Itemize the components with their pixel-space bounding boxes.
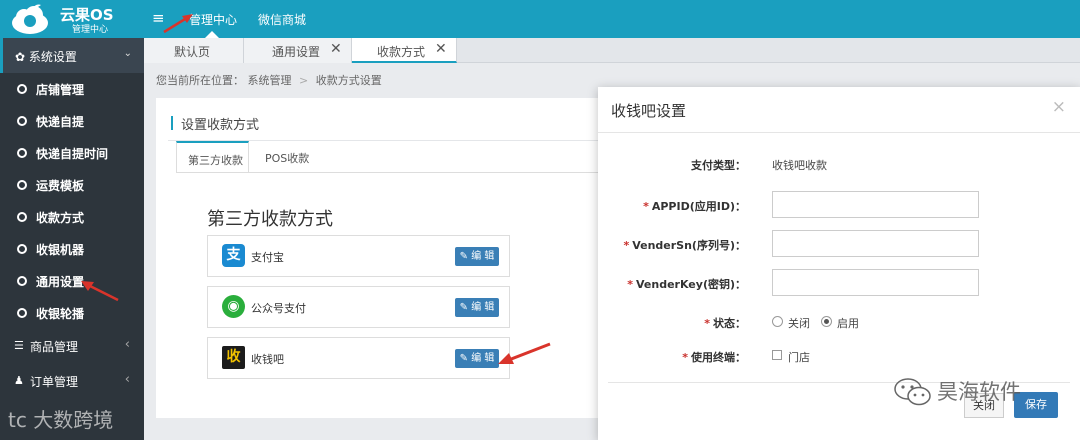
chevron-down-icon: ⌄ [123,48,132,59]
sidebar-item-cashier-carousel[interactable]: 收银轮播 [0,298,144,328]
breadcrumb-item[interactable]: 系统管理 [248,74,292,87]
divider [176,172,608,173]
wechat-icon: ◉ [222,295,245,318]
nav-wechat-mall[interactable]: 微信商城 [258,11,306,28]
status-on-radio[interactable] [821,316,832,327]
annotation-arrow-icon [163,14,193,34]
pay-type-label: 支付类型： [691,159,746,172]
tab-pos-payment[interactable]: POS收款 [251,141,321,173]
page-tabs-bar: 默认页 通用设置 ✕ 收款方式 ✕ [144,38,1080,63]
gear-icon: ✿ [15,50,29,64]
shouqianba-icon: 收 [222,346,245,369]
vendersn-field[interactable] [772,230,979,257]
sidebar-item-store-management[interactable]: 店铺管理 [0,74,144,104]
sidebar-group-order-management[interactable]: ♟ 订单管理 ‹ [0,366,144,396]
tc-logo-icon: tc [8,408,34,432]
watermark-dashuju: tc 大数跨境 [8,408,114,432]
edit-icon: ✎ [459,251,472,262]
status-label: * 状态： [704,317,746,330]
breadcrumb: 您当前所在位置： 系统管理 > 收款方式设置 [156,74,382,87]
appid-field[interactable] [772,191,979,218]
tab-general-settings[interactable]: 通用设置 ✕ [244,38,352,63]
circle-icon [17,148,27,158]
terminal-label: * 使用终端： [682,351,746,364]
status-off-label: 关闭 [788,317,810,330]
user-icon: ♟ [14,374,24,387]
circle-icon [17,180,27,190]
breadcrumb-item: 收款方式设置 [315,74,382,87]
tab-default[interactable]: 默认页 [144,38,244,63]
circle-icon [17,116,27,126]
pay-type-value: 收钱吧收款 [772,159,827,172]
sidebar-item-cash-register[interactable]: 收银机器 [0,234,144,264]
vendersn-label: * VenderSn(序列号)： [623,239,746,252]
close-icon[interactable]: ✕ [330,41,342,57]
edit-icon: ✎ [459,302,472,313]
sidebar-group-product-management[interactable]: ☰ 商品管理 ‹ [0,331,144,361]
cloud-fruit-logo-icon [12,4,48,34]
venderkey-label: * VenderKey(密钥)： [627,278,746,291]
section-title: 第三方收款方式 [207,209,333,230]
circle-icon [17,276,27,286]
sidebar-item-pickup-time[interactable]: 快递自提时间 [0,138,144,168]
chevron-left-icon: ‹ [124,337,130,352]
edit-button[interactable]: ✎ 编 辑 [455,349,499,368]
list-icon: ☰ [14,339,24,352]
status-off-radio[interactable] [772,316,783,327]
appid-label: * APPID(应用ID)： [643,200,746,213]
payment-card-wechat: ◉ 公众号支付 ✎ 编 辑 [207,286,510,328]
wechat-watermark-icon [894,378,931,406]
logo-subtitle: 管理中心 [72,25,109,35]
circle-icon [17,212,27,222]
modal-title: 收钱吧设置 [611,102,687,120]
active-nav-caret-icon [205,31,219,38]
chevron-left-icon: ‹ [124,372,130,387]
sidebar-item-shipping-template[interactable]: 运费模板 [0,170,144,200]
payment-card-alipay: 支 支付宝 ✎ 编 辑 [207,235,510,277]
logo[interactable]: 云果OS 管理中心 [10,2,145,36]
sidebar-group-system-settings[interactable]: ✿ 系统设置 ⌄ [0,38,144,73]
divider [598,132,1080,133]
sidebar-item-general-settings[interactable]: 通用设置 [0,266,144,296]
tab-payment-methods[interactable]: 收款方式 ✕ [352,38,457,63]
sidebar: ✿ 系统设置 ⌄ 店铺管理 快递自提 快递自提时间 运费模板 收款方式 收银机器… [0,38,144,440]
circle-icon [17,244,27,254]
store-terminal-label: 门店 [788,351,810,364]
panel-title: 设置收款方式 [181,118,260,133]
sidebar-group-label: ✿ 系统设置 [15,50,77,64]
venderkey-field[interactable] [772,269,979,296]
alipay-icon: 支 [222,244,245,267]
status-on-label: 启用 [837,317,859,330]
payment-card-shouqianba: 收 收钱吧 ✎ 编 辑 [207,337,510,379]
annotation-arrow-icon [498,342,551,364]
sidebar-item-payment-methods[interactable]: 收款方式 [0,202,144,232]
panel-title-accent [171,116,173,130]
store-terminal-checkbox[interactable] [772,350,782,360]
close-icon[interactable]: ✕ [435,41,447,57]
edit-icon: ✎ [459,353,472,364]
edit-button[interactable]: ✎ 编 辑 [455,298,499,317]
circle-icon [17,84,27,94]
tab-third-party-payment[interactable]: 第三方收款 [176,141,249,173]
circle-icon [17,308,27,318]
annotation-arrow-icon [81,281,119,302]
sidebar-item-express-pickup[interactable]: 快递自提 [0,106,144,136]
close-icon[interactable]: × [1052,97,1066,117]
edit-button[interactable]: ✎ 编 辑 [455,247,499,266]
